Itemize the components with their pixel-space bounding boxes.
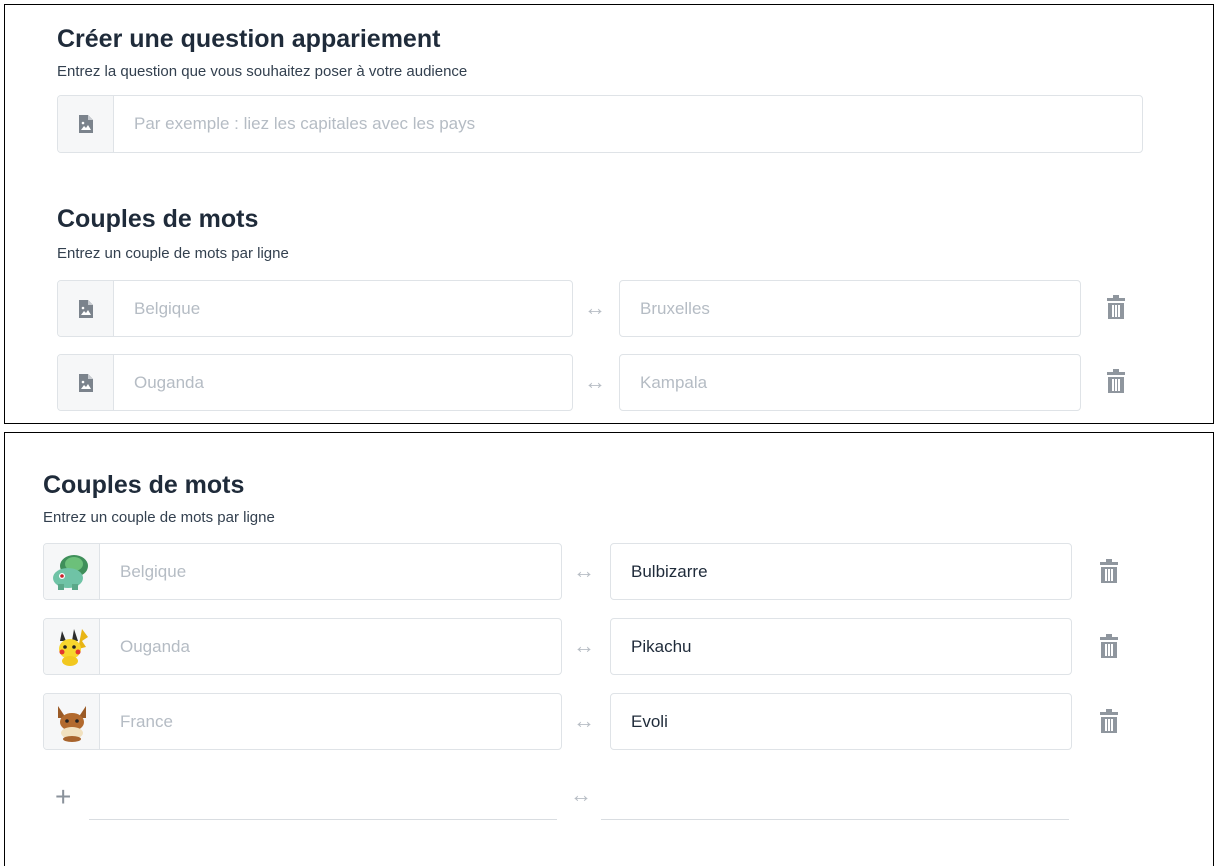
- pair-left-placeholder: Belgique: [120, 561, 187, 581]
- question-placeholder: Par exemple : liez les capitales avec le…: [134, 114, 476, 133]
- double-arrow-icon: ↔: [584, 369, 606, 394]
- pairs-title: Couples de mots: [43, 471, 245, 499]
- pair-left-placeholder: Ouganda: [120, 636, 190, 656]
- image-upload-button[interactable]: [58, 281, 114, 336]
- image-file-icon: [78, 115, 93, 133]
- bulbasaur-sprite-icon: [52, 554, 88, 590]
- new-pair-right-input[interactable]: [601, 819, 1069, 820]
- pair-left-input[interactable]: Ouganda: [43, 618, 562, 675]
- double-arrow-icon: ↔: [570, 782, 592, 807]
- pair-right-value: Bulbizarre: [631, 561, 708, 581]
- pairs-editor-panel: Couples de mots Entrez un couple de mots…: [4, 432, 1214, 866]
- pairs-subtitle: Entrez un couple de mots par ligne: [57, 245, 289, 262]
- image-upload-button[interactable]: [44, 694, 100, 749]
- image-upload-button[interactable]: [44, 544, 100, 599]
- question-subtitle: Entrez la question que vous souhaitez po…: [57, 63, 468, 80]
- image-upload-button[interactable]: [58, 355, 114, 410]
- question-input[interactable]: Par exemple : liez les capitales avec le…: [57, 95, 1143, 153]
- double-arrow-icon: ↔: [584, 295, 606, 320]
- pair-left-input[interactable]: Ouganda: [57, 354, 573, 411]
- trash-icon[interactable]: [1098, 634, 1120, 658]
- pair-right-input[interactable]: Kampala: [619, 354, 1081, 411]
- double-arrow-icon: ↔: [573, 633, 595, 658]
- trash-icon[interactable]: [1105, 295, 1127, 319]
- pair-left-input[interactable]: France: [43, 693, 562, 750]
- pair-right-input[interactable]: Bruxelles: [619, 280, 1081, 337]
- pair-right-input[interactable]: Evoli: [610, 693, 1072, 750]
- image-upload-button[interactable]: [58, 96, 114, 152]
- pair-right-input[interactable]: Pikachu: [610, 618, 1072, 675]
- pair-right-input[interactable]: Bulbizarre: [610, 543, 1072, 600]
- question-title: Créer une question appariement: [57, 25, 441, 53]
- pair-left-placeholder: France: [120, 711, 173, 731]
- trash-icon[interactable]: [1098, 559, 1120, 583]
- pairs-title: Couples de mots: [57, 205, 259, 233]
- pair-left-placeholder: Belgique: [134, 298, 201, 318]
- pikachu-sprite-icon: [58, 628, 88, 666]
- pair-right-value: Evoli: [631, 711, 668, 731]
- pair-right-placeholder: Bruxelles: [640, 298, 710, 318]
- pair-left-input[interactable]: Belgique: [43, 543, 562, 600]
- trash-icon[interactable]: [1098, 709, 1120, 733]
- trash-icon[interactable]: [1105, 369, 1127, 393]
- image-upload-button[interactable]: [44, 619, 100, 674]
- double-arrow-icon: ↔: [573, 558, 595, 583]
- pair-left-input[interactable]: Belgique: [57, 280, 573, 337]
- new-pair-left-input[interactable]: [89, 819, 557, 820]
- pair-right-placeholder: Kampala: [640, 372, 708, 392]
- pair-right-value: Pikachu: [631, 636, 692, 656]
- plus-icon[interactable]: +: [55, 783, 71, 811]
- pair-left-placeholder: Ouganda: [134, 372, 204, 392]
- pairs-subtitle: Entrez un couple de mots par ligne: [43, 509, 275, 526]
- image-file-icon: [78, 299, 93, 318]
- image-file-icon: [78, 373, 93, 392]
- double-arrow-icon: ↔: [573, 708, 595, 733]
- eevee-sprite-icon: [57, 705, 86, 742]
- question-editor-panel: Créer une question appariement Entrez la…: [4, 4, 1214, 424]
